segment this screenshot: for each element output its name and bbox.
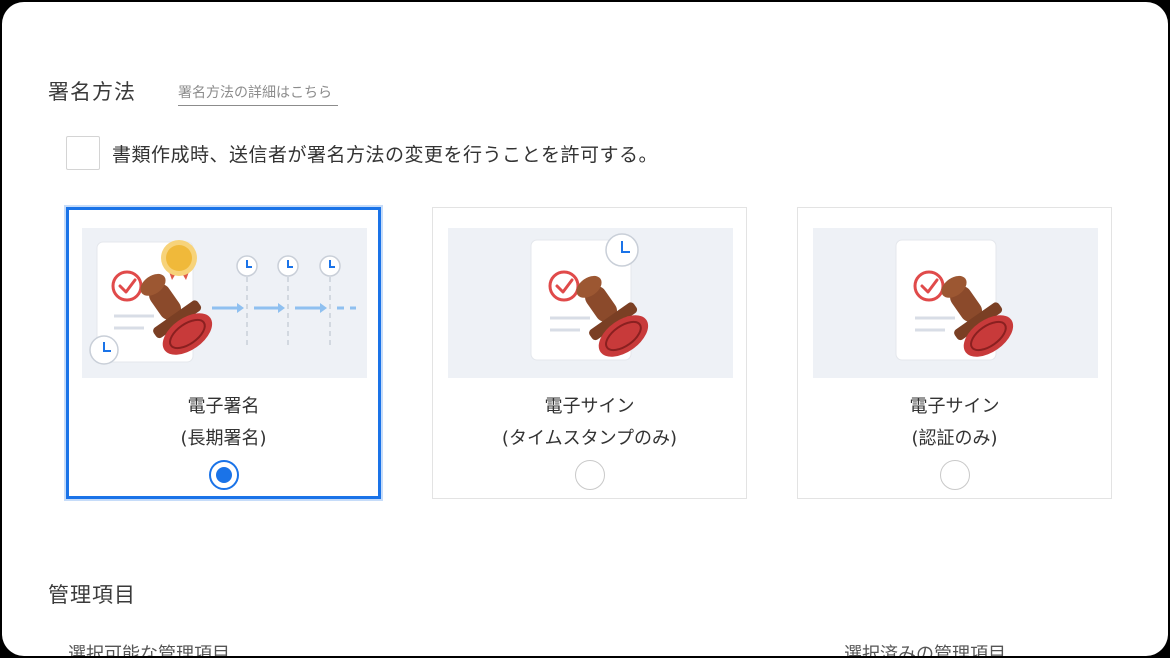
long-term-signature-illustration: [82, 228, 367, 378]
section-title-signature-method: 署名方法: [48, 80, 136, 104]
radio-long-term[interactable]: [208, 460, 239, 490]
selected-items-label: 選択済みの管理項目: [844, 644, 1006, 656]
allow-change-row[interactable]: 書類作成時、送信者が署名方法の変更を行うことを許可する。: [66, 136, 658, 170]
allow-change-checkbox[interactable]: [66, 136, 100, 170]
option-title-auth-only: 電子サイン (認証のみ): [798, 391, 1111, 455]
radio-auth-only[interactable]: [939, 460, 970, 490]
option-title-long-term: 電子署名 (長期署名): [69, 391, 378, 455]
timestamp-signature-illustration: [448, 228, 733, 378]
option-title-line2: (タイムスタンプのみ): [501, 428, 678, 449]
option-title-line1: 電子サイン: [544, 396, 635, 417]
signature-method-detail-link[interactable]: 署名方法の詳細はこちら: [178, 82, 338, 106]
option-title-line1: 電子サイン: [909, 396, 1000, 417]
available-items-label: 選択可能な管理項目: [68, 644, 230, 656]
allow-change-label: 書類作成時、送信者が署名方法の変更を行うことを許可する。: [112, 143, 659, 166]
signature-option-long-term[interactable]: 電子署名 (長期署名): [66, 207, 381, 499]
option-title-timestamp: 電子サイン (タイムスタンプのみ): [433, 391, 746, 455]
radio-selected-dot: [215, 467, 232, 483]
settings-panel: 署名方法 署名方法の詳細はこちら 書類作成時、送信者が署名方法の変更を行うことを…: [2, 2, 1168, 656]
radio-timestamp[interactable]: [574, 460, 605, 490]
option-title-line2: (認証のみ): [911, 428, 998, 449]
option-title-line1: 電子署名: [187, 396, 260, 417]
signature-option-auth-only[interactable]: 電子サイン (認証のみ): [797, 207, 1112, 499]
auth-only-signature-illustration: [813, 228, 1098, 378]
option-title-line2: (長期署名): [180, 428, 267, 449]
signature-option-timestamp[interactable]: 電子サイン (タイムスタンプのみ): [432, 207, 747, 499]
section-title-management-items: 管理項目: [48, 583, 136, 607]
